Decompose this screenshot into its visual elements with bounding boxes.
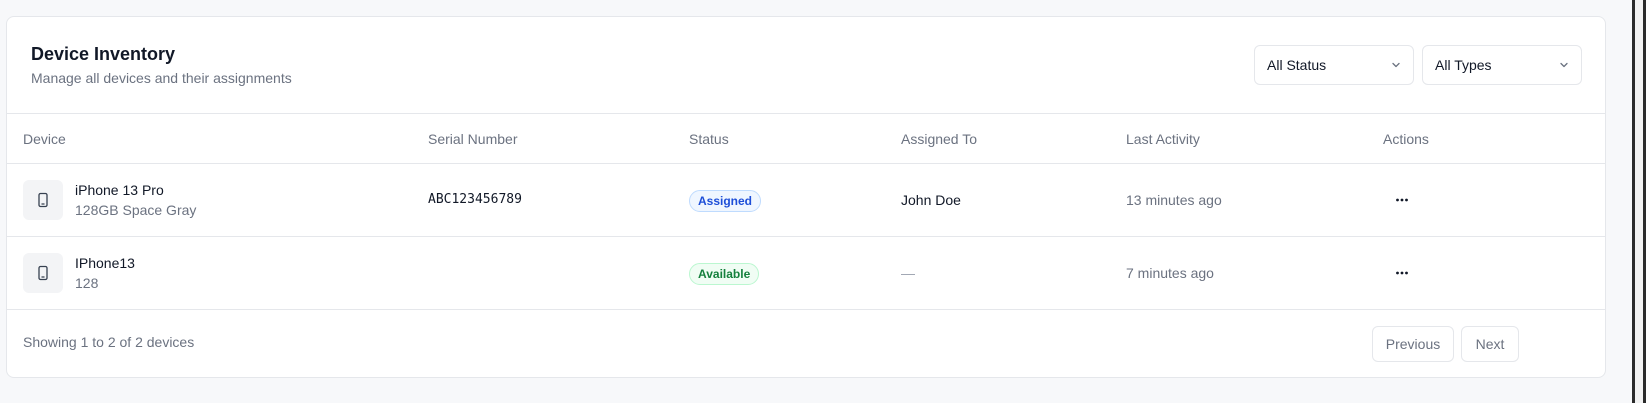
table-footer: Showing 1 to 2 of 2 devices Previous Nex… (7, 310, 1605, 376)
last-activity: 13 minutes ago (1126, 192, 1222, 208)
assigned-to: John Doe (901, 192, 961, 208)
device-inventory-card: Device Inventory Manage all devices and … (6, 16, 1606, 378)
table-header: Device Serial Number Status Assigned To … (7, 114, 1605, 164)
status-badge: Assigned (689, 190, 762, 212)
status-filter-select[interactable]: All Status (1254, 45, 1414, 85)
pagination-summary: Showing 1 to 2 of 2 devices (23, 334, 195, 350)
last-activity: 7 minutes ago (1126, 265, 1214, 281)
device-name: iPhone 13 Pro (75, 182, 164, 198)
page-title: Device Inventory (31, 44, 176, 64)
column-header-status: Status (689, 131, 729, 147)
serial-number: ABC123456789 (428, 192, 522, 207)
column-header-serial: Serial Number (428, 131, 518, 147)
assigned-to: — (901, 265, 915, 281)
phone-icon (23, 253, 63, 293)
page-subtitle: Manage all devices and their assignments (31, 70, 292, 86)
card-header: Device Inventory Manage all devices and … (7, 17, 1605, 114)
device-detail: 128 (75, 275, 99, 291)
type-filter-value: All Types (1435, 57, 1492, 73)
row-actions-button[interactable] (1388, 186, 1416, 214)
scrollbar-thumb[interactable] (1635, 0, 1643, 403)
device-name: IPhone13 (75, 255, 135, 271)
page-scrollbar[interactable] (1632, 0, 1646, 403)
device-detail: 128GB Space Gray (75, 202, 197, 218)
column-header-assigned-to: Assigned To (901, 131, 978, 147)
more-horizontal-icon (1396, 271, 1408, 275)
phone-icon (23, 180, 63, 220)
chevron-down-icon (1560, 62, 1568, 68)
type-filter-select[interactable]: All Types (1422, 45, 1582, 85)
next-page-button[interactable]: Next (1461, 326, 1519, 362)
column-header-device: Device (23, 131, 66, 147)
table-row[interactable]: IPhone13 128 Available — 7 minutes ago (7, 237, 1605, 310)
column-header-last-activity: Last Activity (1126, 131, 1200, 147)
table-row[interactable]: iPhone 13 Pro 128GB Space Gray ABC123456… (7, 164, 1605, 237)
row-actions-button[interactable] (1388, 259, 1416, 287)
more-horizontal-icon (1396, 198, 1408, 202)
previous-page-button[interactable]: Previous (1372, 326, 1454, 362)
status-filter-value: All Status (1267, 57, 1327, 73)
column-header-actions: Actions (1383, 131, 1429, 147)
chevron-down-icon (1392, 62, 1400, 68)
status-badge: Available (689, 263, 760, 285)
